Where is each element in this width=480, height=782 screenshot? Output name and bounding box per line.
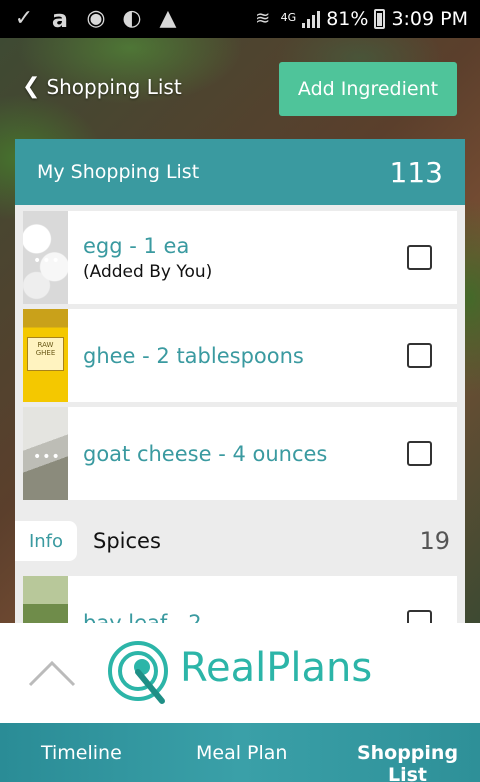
info-button[interactable]: Info xyxy=(15,521,77,561)
list-item[interactable]: ••• egg - 1 ea (Added By You) xyxy=(23,211,457,304)
drive-icon: ▲ xyxy=(159,6,177,31)
panel-title: My Shopping List xyxy=(37,161,200,183)
signal-icon xyxy=(302,10,321,28)
more-icon[interactable]: ••• xyxy=(33,253,61,269)
realplans-logo-icon xyxy=(108,641,168,704)
jar-label: RAW GHEE xyxy=(27,337,64,371)
nav-meal-plan[interactable]: Meal Plan xyxy=(196,742,287,764)
section-title: Spices xyxy=(93,529,161,553)
ghee-jar-image: RAW GHEE xyxy=(23,309,68,402)
back-link[interactable]: ❮ Shopping List xyxy=(22,74,182,99)
chevron-up-icon[interactable] xyxy=(28,657,76,687)
bay-leaf-jar-image xyxy=(23,576,68,623)
panel-header: My Shopping List 113 xyxy=(15,139,465,205)
egg-image: ••• xyxy=(23,211,68,304)
more-icon[interactable]: ••• xyxy=(33,449,61,465)
item-checkbox[interactable] xyxy=(407,610,432,623)
shopping-list-panel: My Shopping List 113 ••• egg - 1 ea (Add… xyxy=(15,139,465,623)
chevron-left-icon: ❮ xyxy=(22,74,41,99)
item-name: egg - 1 ea xyxy=(83,233,190,258)
list-item[interactable]: bay leaf - 2 xyxy=(23,576,457,623)
battery-icon xyxy=(374,9,386,29)
section-count: 19 xyxy=(419,527,450,555)
wifi-icon: ≋ xyxy=(255,8,271,29)
bottom-nav: Timeline Meal Plan Shopping List xyxy=(0,723,480,782)
item-name: bay leaf - 2 xyxy=(83,610,202,624)
add-ingredient-button[interactable]: Add Ingredient xyxy=(279,62,457,116)
header: ❮ Shopping List Add Ingredient xyxy=(0,58,480,118)
battery-percent: 81% xyxy=(326,8,369,30)
item-checkbox[interactable] xyxy=(407,441,432,466)
amazon-icon: a xyxy=(51,5,69,33)
check-icon: ✓ xyxy=(14,6,34,31)
logo-bar: RealPlans xyxy=(0,623,480,723)
list-item[interactable]: RAW GHEE ghee - 2 tablespoons xyxy=(23,309,457,402)
logo-text: RealPlans xyxy=(180,645,373,691)
section-header-spices: Info Spices 19 xyxy=(15,516,465,566)
network-label: 4G xyxy=(280,11,297,24)
nav-shopping-list[interactable]: Shopping List xyxy=(335,742,480,782)
item-name: goat cheese - 4 ounces xyxy=(83,441,328,466)
item-checkbox[interactable] xyxy=(407,245,432,270)
item-note: (Added By You) xyxy=(83,261,213,282)
clock: 3:09 PM xyxy=(391,8,468,30)
item-checkbox[interactable] xyxy=(407,343,432,368)
goat-cheese-image: ••• xyxy=(23,407,68,500)
item-count: 113 xyxy=(389,155,443,189)
back-label: Shopping List xyxy=(46,74,182,99)
item-name: ghee - 2 tablespoons xyxy=(83,343,304,368)
app-icon: ◉ xyxy=(86,6,106,31)
nav-timeline[interactable]: Timeline xyxy=(41,742,122,764)
app-icon: ◐ xyxy=(122,6,142,31)
list-item[interactable]: ••• goat cheese - 4 ounces xyxy=(23,407,457,500)
status-bar: ✓ a ◉ ◐ ▲ ≋ 4G 81% 3:09 PM xyxy=(0,0,480,38)
